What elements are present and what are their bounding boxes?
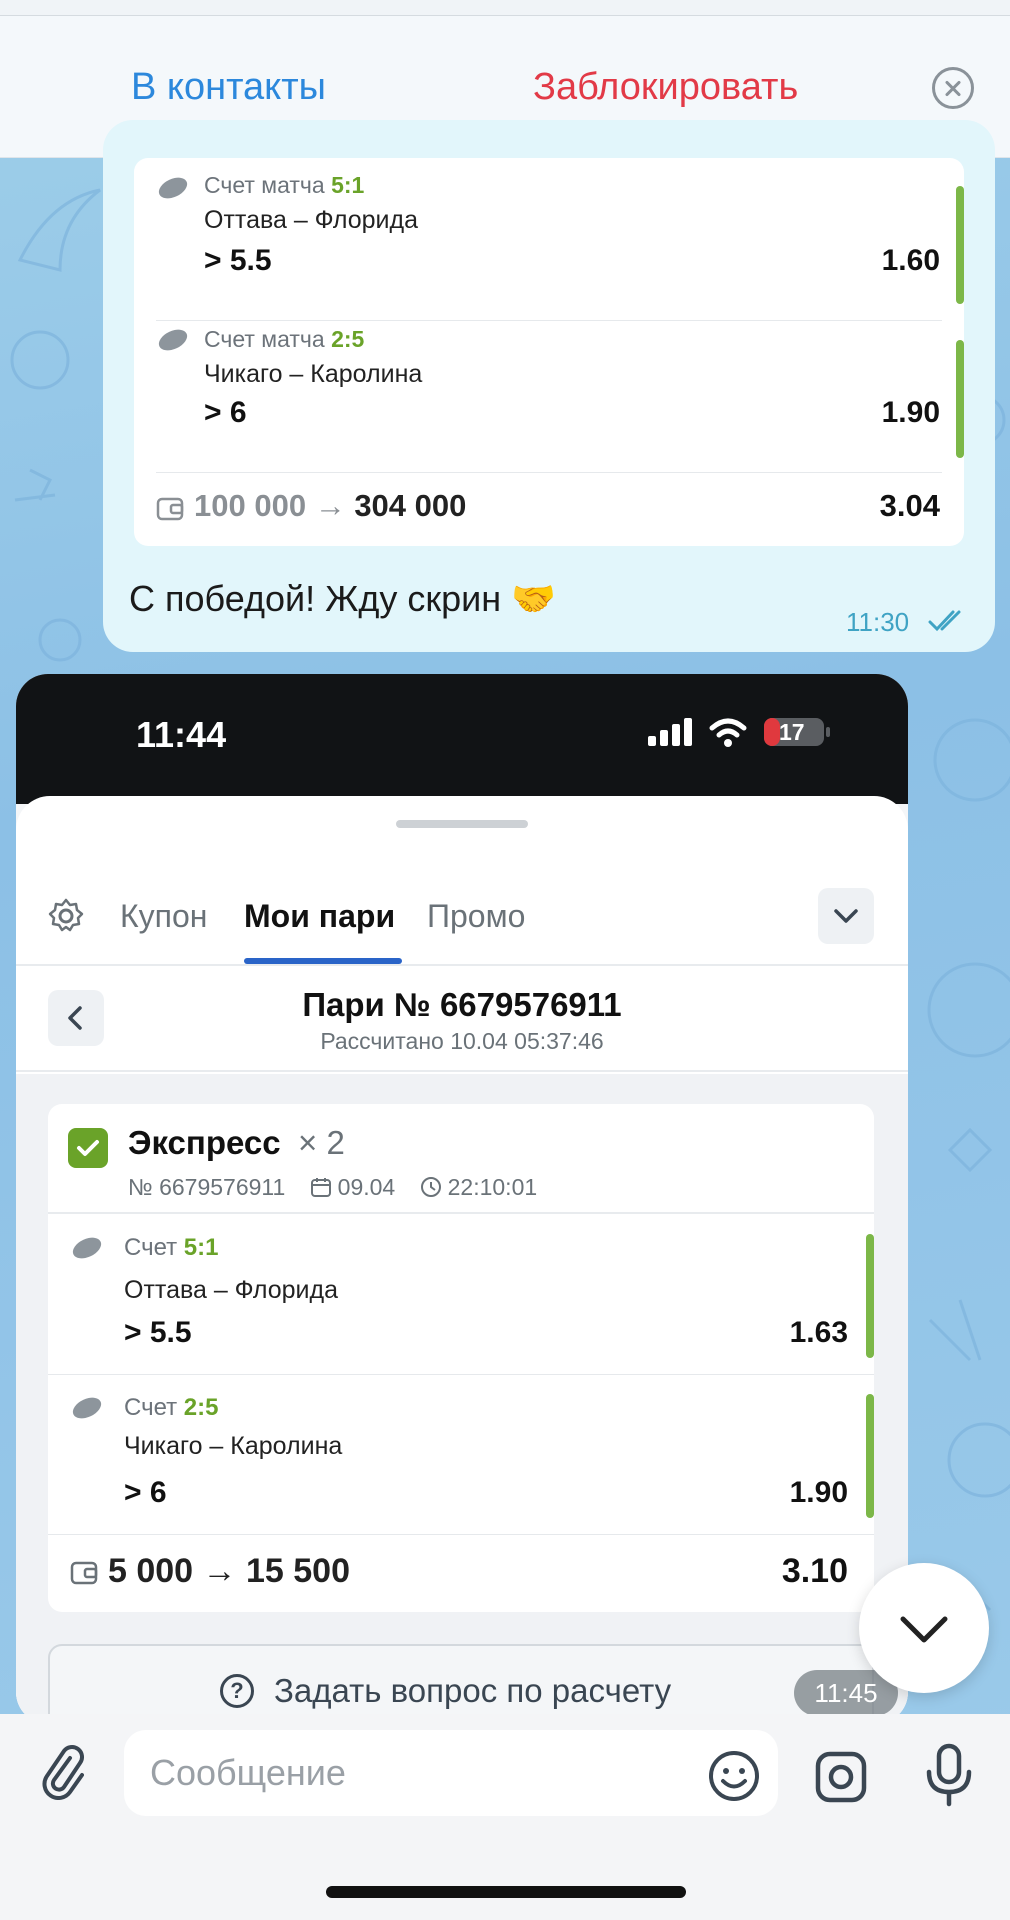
won-check-icon xyxy=(68,1128,108,1168)
ask-question-label: Задать вопрос по расчету xyxy=(274,1672,672,1709)
leg-total: > 5.5 xyxy=(124,1316,192,1349)
bet-summary: 5 000 → 15 500 3.10 xyxy=(70,1552,848,1592)
bet-time: 22:10:01 xyxy=(447,1174,538,1200)
bet-header: Пари № 6679576911 Рассчитано 10.04 05:37… xyxy=(16,968,908,1072)
wallet-icon xyxy=(156,497,184,521)
leg-total: > 5.5 xyxy=(204,244,272,277)
bet-card: Счет матча 5:1 Оттава – Флорида > 5.5 1.… xyxy=(134,158,964,546)
bet-title: Пари № 6679576911 xyxy=(302,986,622,1023)
ask-question-button: ? Задать вопрос по расчету xyxy=(48,1644,874,1724)
leg-market: Счет матча 2:5 xyxy=(204,326,365,352)
tab-bar: Купон Мои пари Промо xyxy=(16,856,908,966)
battery-level: 17 xyxy=(779,719,805,745)
leg-total: > 6 xyxy=(124,1476,167,1509)
scroll-to-bottom-button[interactable] xyxy=(859,1563,989,1693)
leg-teams: Оттава – Флорида xyxy=(204,206,418,234)
screenshot-image-message[interactable]: 11:44 17 Купон Мои пари Промо Пари № 667… xyxy=(16,674,908,1724)
wifi-icon xyxy=(709,718,747,747)
status-time: 11:44 xyxy=(136,714,227,755)
gear-icon xyxy=(48,898,84,932)
hockey-puck-icon xyxy=(72,1397,102,1419)
chevron-down-icon xyxy=(900,1616,948,1643)
close-icon[interactable] xyxy=(932,67,974,109)
express-multiplier: × 2 xyxy=(298,1124,345,1161)
bet-settled-time: Рассчитано 10.04 05:37:46 xyxy=(320,1028,604,1054)
question-icon: ? xyxy=(220,1674,254,1708)
leg-odds: 1.60 xyxy=(881,244,940,277)
sheet-grabber xyxy=(396,820,528,828)
leg-market: Счет матча 5:1 xyxy=(204,172,365,198)
express-card: Экспресс × 2 № 6679576911 09.04 22:10:01… xyxy=(48,1104,874,1612)
camera-icon[interactable] xyxy=(814,1750,868,1804)
win-indicator xyxy=(956,186,964,304)
signal-icon xyxy=(648,718,692,746)
message-text: С победой! Жду скрин 🤝 xyxy=(129,578,556,619)
active-tab-indicator xyxy=(244,958,402,964)
collapse-button xyxy=(818,888,874,944)
stake-payout: 100 000 → 304 000 xyxy=(194,488,467,523)
leg-total: > 6 xyxy=(204,396,247,429)
leg-odds: 1.90 xyxy=(881,396,940,429)
microphone-icon[interactable] xyxy=(924,1742,974,1808)
calendar-icon xyxy=(310,1178,331,1197)
win-indicator xyxy=(866,1234,874,1358)
block-button[interactable]: Заблокировать xyxy=(533,66,798,109)
total-odds: 3.04 xyxy=(879,488,940,523)
tab-coupon: Купон xyxy=(120,898,208,934)
wallet-icon xyxy=(70,1561,98,1585)
bet-leg: Счет матча 2:5 Чикаго – Каролина > 6 1.9… xyxy=(134,310,964,462)
bet-date: 09.04 xyxy=(337,1174,396,1200)
divider xyxy=(156,472,942,473)
message-input[interactable] xyxy=(124,1730,778,1816)
leg-odds: 1.63 xyxy=(789,1316,848,1349)
total-odds: 3.10 xyxy=(781,1552,848,1590)
express-meta: № 6679576911 09.04 22:10:01 xyxy=(128,1174,537,1201)
divider xyxy=(48,1374,874,1375)
hockey-puck-icon xyxy=(158,177,188,199)
divider xyxy=(48,1534,874,1535)
home-indicator xyxy=(326,1886,686,1898)
leg-teams: Чикаго – Каролина xyxy=(124,1432,343,1460)
leg-market: Счет 2:5 xyxy=(124,1394,219,1421)
header-edge xyxy=(0,0,1010,16)
bet-leg: Счет матча 5:1 Оттава – Флорида > 5.5 1.… xyxy=(134,158,964,310)
hockey-puck-icon xyxy=(158,329,188,351)
add-to-contacts-button[interactable]: В контакты xyxy=(131,66,326,109)
leg-market: Счет 5:1 xyxy=(124,1234,219,1261)
leg-teams: Оттава – Флорида xyxy=(124,1276,338,1304)
chevron-down-icon xyxy=(834,909,858,923)
bet-leg: Счет 2:5 Чикаго – Каролина > 6 1.90 xyxy=(48,1376,874,1528)
tab-promo: Промо xyxy=(427,898,526,934)
tab-my-bets: Мои пари xyxy=(244,898,396,934)
paperclip-icon[interactable] xyxy=(38,1744,84,1800)
stake-payout: 5 000 → 15 500 xyxy=(108,1552,350,1590)
bet-sheet: Купон Мои пари Промо Пари № 6679576911 Р… xyxy=(16,796,908,1724)
leg-odds: 1.90 xyxy=(789,1476,848,1509)
sheet-body: Экспресс × 2 № 6679576911 09.04 22:10:01… xyxy=(16,1074,908,1724)
emoji-icon[interactable] xyxy=(708,1750,760,1802)
message-time: 11:30 xyxy=(846,607,910,637)
win-indicator xyxy=(956,340,964,458)
clock-icon xyxy=(420,1177,441,1197)
express-title: Экспресс xyxy=(128,1124,281,1161)
express-header: Экспресс × 2 № 6679576911 09.04 22:10:01 xyxy=(48,1104,874,1214)
leg-teams: Чикаго – Каролина xyxy=(204,360,423,388)
bet-number: № 6679576911 xyxy=(128,1174,286,1200)
hockey-puck-icon xyxy=(72,1237,102,1259)
phone-status-bar: 11:44 17 xyxy=(16,674,908,804)
read-checkmarks-icon xyxy=(928,610,961,632)
bet-leg: Счет 5:1 Оттава – Флорида > 5.5 1.63 xyxy=(48,1216,874,1368)
bet-summary: 100 000 → 304 000 3.04 xyxy=(156,488,940,528)
win-indicator xyxy=(866,1394,874,1518)
